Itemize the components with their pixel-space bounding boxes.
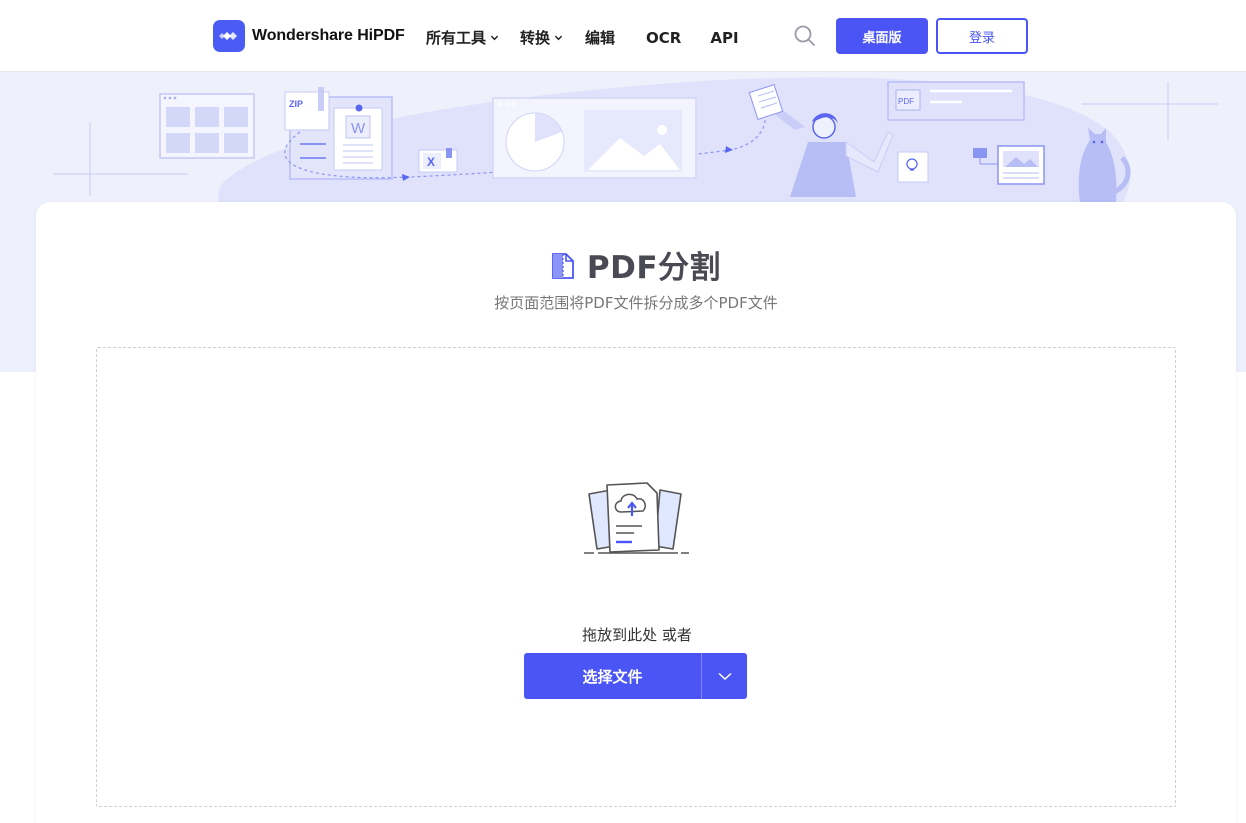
choose-file-button[interactable]: 选择文件 — [524, 653, 701, 699]
search-icon[interactable] — [793, 24, 817, 48]
excel-badge: X — [427, 155, 435, 169]
nav-edit-label: 编辑 — [585, 29, 616, 47]
main-nav: 所有工具 转换 编辑 OCR API — [426, 27, 739, 48]
lightbulb-illustration — [897, 151, 929, 183]
page-title: PDF分割 — [586, 250, 722, 286]
chevron-down-icon — [490, 35, 499, 41]
brand-logo[interactable]: Wondershare HiPDF — [213, 20, 405, 52]
chevron-down-icon — [554, 35, 563, 41]
drop-hint: 拖放到此处 或者 — [582, 626, 692, 644]
pdf-split-icon — [552, 252, 574, 279]
nav-ocr[interactable]: OCR — [646, 29, 681, 47]
cloud-upload-icon — [584, 482, 689, 554]
excel-file-illustration: X — [418, 148, 458, 173]
top-navigation-bar: Wondershare HiPDF 所有工具 转换 编辑 OCR API 桌面版… — [0, 0, 1246, 72]
file-dropzone[interactable]: 拖放到此处 或者 选择文件 — [96, 347, 1176, 807]
nav-api-label: API — [710, 28, 739, 47]
more-sources-button[interactable] — [702, 653, 747, 699]
pdf-badge: PDF — [898, 97, 914, 106]
nav-all-tools[interactable]: 所有工具 — [426, 27, 499, 48]
zip-badge: ZIP — [289, 99, 303, 109]
login-button[interactable]: 登录 — [936, 18, 1028, 54]
nav-all-tools-label: 所有工具 — [426, 29, 487, 47]
brand-name: Wondershare HiPDF — [252, 27, 405, 44]
nav-convert[interactable]: 转换 — [520, 27, 563, 48]
nav-edit[interactable]: 编辑 — [585, 27, 615, 48]
grid-window-illustration — [159, 93, 255, 159]
hipdf-logo-icon — [213, 20, 245, 52]
word-file-illustration: W — [333, 104, 383, 171]
tool-title-row: PDF分割 — [36, 242, 1236, 287]
page-subtitle: 按页面范围将PDF文件拆分成多个PDF文件 — [494, 294, 778, 312]
nav-convert-label: 转换 — [520, 29, 551, 47]
tool-card: PDF分割 按页面范围将PDF文件拆分成多个PDF文件 拖放到此处 或者 选择文… — [36, 202, 1236, 823]
nav-ocr-label: OCR — [646, 28, 682, 47]
chart-window-illustration — [492, 97, 697, 179]
nav-api[interactable]: API — [710, 29, 738, 47]
pdf-card-illustration: PDF — [887, 81, 1025, 121]
desktop-version-button[interactable]: 桌面版 — [836, 18, 928, 54]
word-badge: W — [351, 120, 366, 137]
chevron-down-icon — [717, 672, 732, 681]
choose-file-control: 选择文件 — [524, 653, 747, 699]
